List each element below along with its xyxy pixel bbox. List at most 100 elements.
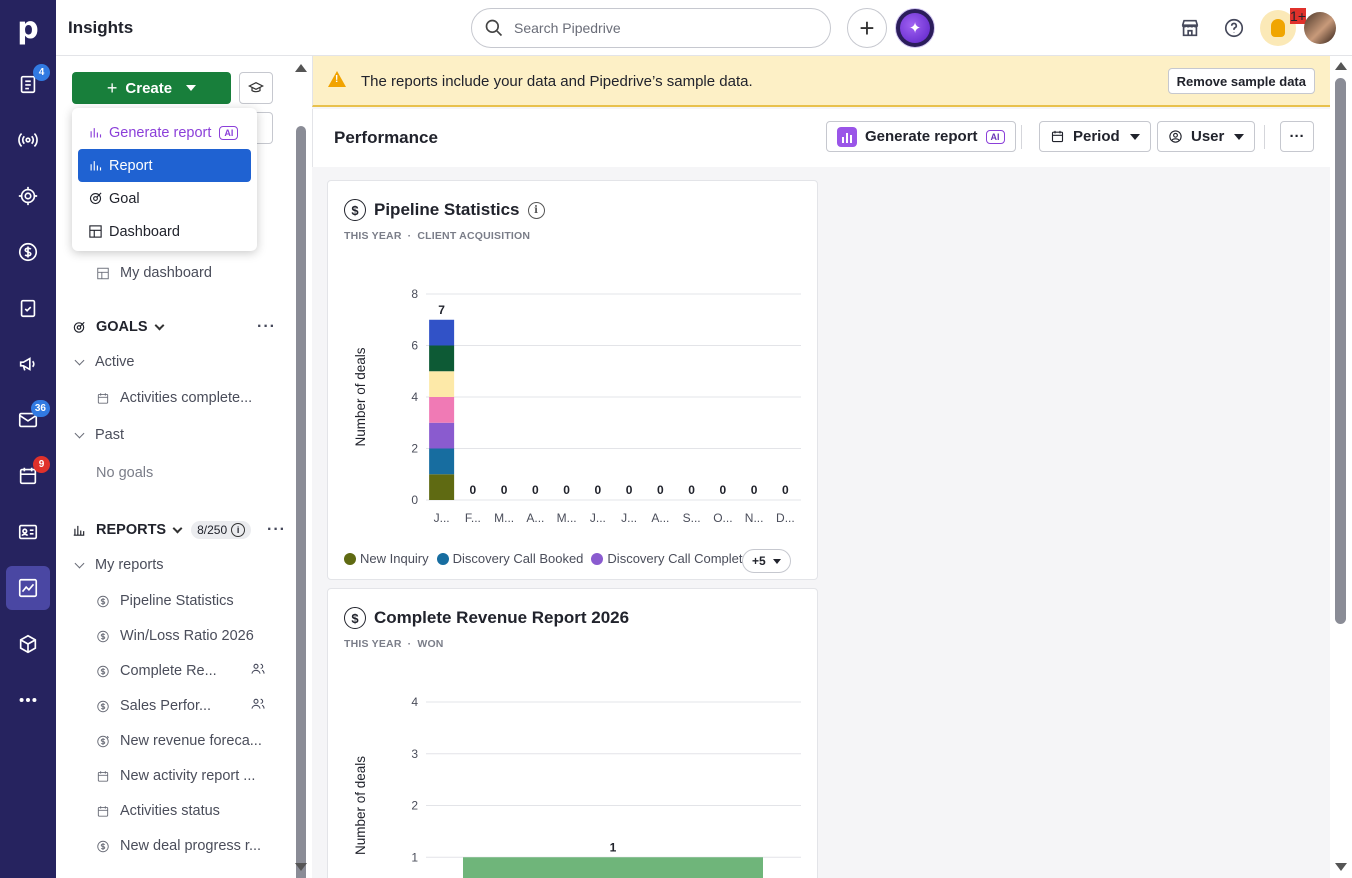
goals-more-button[interactable]: ··· xyxy=(257,318,276,336)
ai-tag: AI xyxy=(219,125,239,140)
menu-item-goal[interactable]: Goal xyxy=(78,182,251,215)
sidebar-item-report[interactable]: New deal progress r... xyxy=(96,831,290,861)
y-tick-label: 0 xyxy=(411,493,418,507)
x-tick-label: A... xyxy=(651,511,669,525)
bar-segment xyxy=(429,422,455,449)
create-label: Create xyxy=(125,79,173,97)
goals-past-toggle[interactable]: Past xyxy=(74,420,290,450)
user-filter-button[interactable]: User xyxy=(1157,121,1256,152)
user-label: User xyxy=(1191,128,1225,145)
help-button[interactable] xyxy=(1220,14,1248,42)
scrollbar-thumb[interactable] xyxy=(296,126,306,878)
scroll-up-arrow[interactable] xyxy=(1335,62,1347,70)
my-reports-toggle[interactable]: My reports xyxy=(74,550,290,580)
y-tick-label: 6 xyxy=(411,339,418,353)
legend-label: Discovery Call Booked xyxy=(452,551,584,566)
scroll-down-arrow[interactable] xyxy=(1335,863,1347,871)
target-nav-button[interactable] xyxy=(6,174,50,218)
dollar-icon xyxy=(97,665,109,677)
menu-item-dashboard[interactable]: Dashboard xyxy=(78,215,251,248)
notifications-button[interactable]: 1+ xyxy=(1260,8,1306,46)
leads-nav-button[interactable]: 4 xyxy=(6,62,50,106)
remove-sample-data-button[interactable]: Remove sample data xyxy=(1167,68,1315,94)
period-filter-button[interactable]: Period xyxy=(1039,121,1151,152)
reports-more-button[interactable]: ··· xyxy=(267,521,286,539)
quick-add-button[interactable]: + xyxy=(847,8,887,48)
pipedrive-logo[interactable]: p xyxy=(0,0,56,56)
sidebar-item-goal[interactable]: Activities complete... xyxy=(96,383,290,413)
generate-report-button[interactable]: Generate report AI xyxy=(826,121,1016,152)
x-tick-label: M... xyxy=(557,511,577,525)
mail-nav-button[interactable]: 36 xyxy=(6,398,50,442)
sidebar-item-report[interactable]: Sales Perfor... xyxy=(96,691,290,721)
create-button[interactable]: + Create xyxy=(72,72,231,104)
plus-icon: + xyxy=(106,77,118,98)
sidebar-item-report[interactable]: Activities status xyxy=(96,796,290,826)
dashboard-more-button[interactable]: ··· xyxy=(1280,121,1314,152)
activities-nav-button[interactable]: 9 xyxy=(6,454,50,498)
legend-item[interactable]: New Inquiry xyxy=(344,551,429,566)
search-box[interactable] xyxy=(471,8,831,48)
complete-revenue-chart: 1 2 3 4 Number of deals 1 xyxy=(353,695,801,878)
y-axis-label: Number of deals xyxy=(353,347,368,446)
y-tick-label: 4 xyxy=(411,390,418,404)
broadcast-nav-button[interactable] xyxy=(6,118,50,162)
scrollbar-thumb[interactable] xyxy=(1335,78,1346,624)
legend-more-button[interactable]: +5 xyxy=(742,549,791,573)
search-icon xyxy=(485,19,503,37)
sidebar-item-report[interactable]: Pipeline Statistics xyxy=(96,586,290,616)
broadcast-icon xyxy=(18,133,38,147)
plus-icon: + xyxy=(859,12,875,43)
report-card-pipeline-statistics[interactable]: $ Pipeline Statistics i THIS YEAR · CLIENT… xyxy=(327,180,818,580)
report-card-complete-revenue[interactable]: $ Complete Revenue Report 2026 THIS YEAR… xyxy=(327,588,818,878)
scroll-up-arrow[interactable] xyxy=(295,64,307,72)
legend-label: New Inquiry xyxy=(360,551,429,566)
data-label: 0 xyxy=(688,483,695,497)
user-avatar[interactable] xyxy=(1304,12,1336,44)
my-reports-label: My reports xyxy=(95,557,164,573)
data-label: 7 xyxy=(438,303,445,317)
x-tick-label: F... xyxy=(465,511,481,525)
search-input[interactable] xyxy=(514,20,804,36)
products-nav-button[interactable] xyxy=(6,622,50,666)
sidebar-item-report[interactable]: New revenue foreca... xyxy=(96,726,290,756)
sidebar-item-label: New deal progress r... xyxy=(120,838,262,854)
chevron-down-icon xyxy=(74,355,85,365)
sidebar-scrollbar[interactable] xyxy=(290,56,312,878)
main-scrollbar[interactable] xyxy=(1330,56,1352,878)
insights-nav-button[interactable] xyxy=(6,566,50,610)
sidebar-item-report[interactable]: New activity report ... xyxy=(96,761,290,791)
legend-item[interactable]: Discovery Call Complete xyxy=(591,551,750,566)
divider xyxy=(1021,125,1022,149)
goals-active-toggle[interactable]: Active xyxy=(74,347,290,377)
main-content: The reports include your data and Pipedr… xyxy=(312,56,1330,878)
menu-item-generate-report[interactable]: Generate report AI xyxy=(78,116,251,149)
projects-nav-button[interactable] xyxy=(6,286,50,330)
menu-item-label: Goal xyxy=(109,190,140,207)
more-nav-button[interactable] xyxy=(6,678,50,722)
goals-section-header[interactable]: GOALS ··· xyxy=(72,312,290,342)
reports-section-header[interactable]: REPORTS 8/250 i ··· xyxy=(72,515,290,545)
sidebar-item-label: Activities status xyxy=(120,803,220,819)
campaigns-nav-button[interactable] xyxy=(6,342,50,386)
nav-rail: p 4 36 9 xyxy=(0,0,56,878)
dollar-icon xyxy=(97,840,109,852)
info-icon[interactable]: i xyxy=(231,523,246,537)
dollar-icon xyxy=(18,242,38,262)
sidebar-item-report[interactable]: Complete Re... xyxy=(96,656,290,686)
legend-item[interactable]: Discovery Call Booked xyxy=(436,551,584,566)
contacts-nav-button[interactable] xyxy=(6,510,50,554)
forecast-icon xyxy=(97,735,109,747)
warning-icon xyxy=(328,71,346,87)
menu-item-report[interactable]: Report xyxy=(78,149,251,182)
ai-assistant-button[interactable]: ✦ xyxy=(895,8,935,48)
deals-nav-button[interactable] xyxy=(6,230,50,274)
sidebar-item-report[interactable]: Win/Loss Ratio 2026 xyxy=(96,621,290,651)
menu-item-label: Report xyxy=(109,157,153,174)
legend-label: Discovery Call Complete xyxy=(607,551,750,566)
learn-button[interactable] xyxy=(239,72,273,104)
sidebar-item-my-dashboard[interactable]: My dashboard xyxy=(96,258,290,288)
scroll-down-arrow[interactable] xyxy=(295,863,307,871)
calendar-icon xyxy=(97,805,109,817)
marketplace-button[interactable] xyxy=(1176,14,1204,42)
